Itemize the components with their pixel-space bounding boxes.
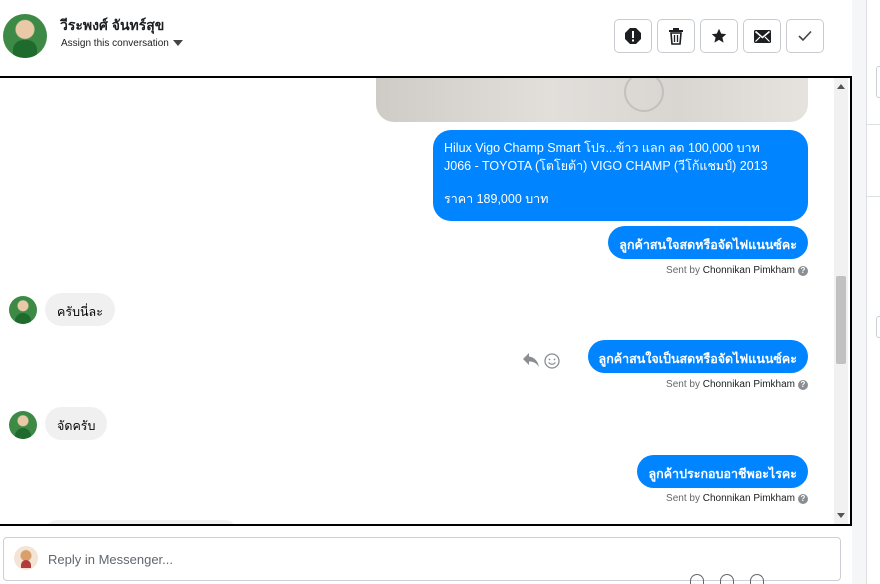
message-text: จัดครับ <box>57 419 96 433</box>
sender-name: Chonnikan Pimkham <box>702 379 795 390</box>
message-bubble-outgoing[interactable]: Hilux Vigo Champ Smart โปร...ข้าว แลก ลด… <box>433 130 808 221</box>
message-bubble-incoming-partial <box>45 520 237 524</box>
details-field[interactable] <box>876 316 880 338</box>
mark-unread-button[interactable] <box>743 19 781 53</box>
sent-by-label: Sent by Chonnikan Pimkham? <box>666 379 808 390</box>
message-bubble-outgoing[interactable]: ลูกค้าประกอบอาชีพอะไรคะ <box>637 455 808 488</box>
trash-icon <box>669 28 683 45</box>
reply-input[interactable] <box>48 550 648 568</box>
contact-avatar-small[interactable] <box>9 411 37 439</box>
sender-name: Chonnikan Pimkham <box>702 493 795 504</box>
attachment-icon[interactable] <box>690 574 704 584</box>
mark-done-button[interactable] <box>786 19 824 53</box>
envelope-icon <box>753 29 771 43</box>
message-text: ลูกค้าสนใจเป็นสดหรือจัดไฟแนนซ์คะ <box>598 352 797 366</box>
reply-composer <box>3 537 841 584</box>
message-bubble-outgoing[interactable]: ลูกค้าสนใจสดหรือจัดไฟแนนซ์คะ <box>608 226 808 259</box>
delete-button[interactable] <box>657 19 695 53</box>
star-button[interactable] <box>700 19 738 53</box>
message-thread[interactable]: Hilux Vigo Champ Smart โปร...ข้าว แลก ลด… <box>0 76 852 526</box>
assign-conversation-dropdown[interactable]: Assign this conversation <box>61 38 183 49</box>
scroll-up-arrow-icon[interactable] <box>837 84 845 89</box>
sender-name: Chonnikan Pimkham <box>702 265 795 276</box>
message-text: ครับนี่ละ <box>57 305 103 319</box>
divider <box>867 196 880 197</box>
message-text: Hilux Vigo Champ Smart โปร...ข้าว แลก ลด… <box>444 141 760 155</box>
sent-by-prefix: Sent by <box>666 379 700 390</box>
thread-scrollbar[interactable] <box>834 78 848 524</box>
details-field[interactable] <box>876 66 880 98</box>
messenger-inbox: วีระพงศ์ จันทร์สุข Assign this conversat… <box>0 0 880 584</box>
emoji-icon[interactable] <box>750 574 764 584</box>
divider <box>867 124 880 125</box>
message-text: ลูกค้าสนใจสดหรือจัดไฟแนนซ์คะ <box>619 238 797 252</box>
help-icon[interactable]: ? <box>798 266 808 276</box>
saved-reply-icon[interactable] <box>720 574 734 584</box>
sent-by-label: Sent by Chonnikan Pimkham? <box>666 265 808 276</box>
car-photo-attachment[interactable] <box>376 78 808 122</box>
reply-arrow-icon[interactable] <box>522 352 540 368</box>
contact-avatar[interactable] <box>3 14 47 58</box>
message-text: ลูกค้าประกอบอาชีพอะไรคะ <box>648 467 797 481</box>
help-icon[interactable]: ? <box>798 494 808 504</box>
message-text: ราคา 189,000 บาท <box>444 192 549 206</box>
panel-gutter <box>852 0 866 584</box>
mark-spam-button[interactable] <box>614 19 652 53</box>
sent-by-prefix: Sent by <box>666 493 700 504</box>
sent-by-prefix: Sent by <box>666 265 700 276</box>
conversation-header: วีระพงศ์ จันทร์สุข Assign this conversat… <box>0 0 852 76</box>
scrollbar-thumb[interactable] <box>836 276 846 364</box>
message-bubble-incoming[interactable]: จัดครับ <box>45 407 108 440</box>
message-text: J066 - TOYOTA (โตโยต้า) VIGO CHAMP (วีโก… <box>444 159 768 173</box>
sent-by-label: Sent by Chonnikan Pimkham? <box>666 493 808 504</box>
emoji-reaction-icon[interactable] <box>544 353 560 369</box>
star-icon <box>711 28 727 43</box>
page-avatar <box>14 546 38 570</box>
help-icon[interactable]: ? <box>798 380 808 390</box>
caret-down-icon <box>172 40 183 47</box>
scroll-down-arrow-icon[interactable] <box>837 513 845 518</box>
alert-icon <box>625 28 641 44</box>
contact-avatar-small[interactable] <box>9 296 37 324</box>
assign-label: Assign this conversation <box>61 38 169 49</box>
composer-icons <box>690 574 764 584</box>
checkmark-icon <box>798 30 812 42</box>
contact-name[interactable]: วีระพงศ์ จันทร์สุข <box>60 15 164 37</box>
message-bubble-incoming[interactable]: ครับนี่ละ <box>45 293 115 326</box>
message-bubble-outgoing[interactable]: ลูกค้าสนใจเป็นสดหรือจัดไฟแนนซ์คะ <box>587 340 808 373</box>
